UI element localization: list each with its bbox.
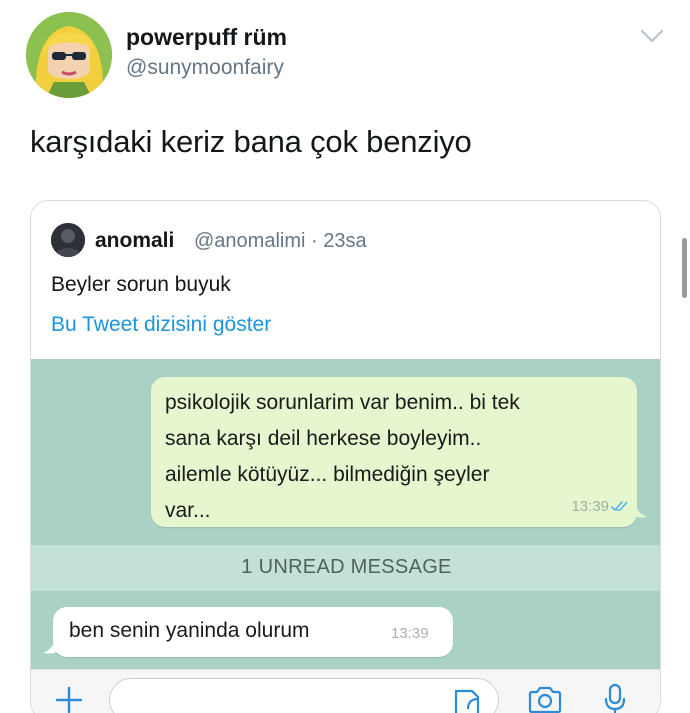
incoming-message-time: 13:39 bbox=[391, 625, 429, 642]
author-handle[interactable]: @sunymoonfairy bbox=[126, 56, 284, 80]
chevron-down-icon[interactable] bbox=[640, 28, 664, 44]
message-line: sana karşı deil herkese boyleyim.. bbox=[165, 427, 482, 450]
tweet: powerpuff rüm @sunymoonfairy karşıdaki k… bbox=[0, 0, 690, 713]
microphone-icon bbox=[604, 683, 626, 713]
show-thread-link[interactable]: Bu Tweet dizisini göster bbox=[51, 313, 271, 337]
incoming-message-text: ben senin yaninda olurum bbox=[69, 619, 310, 642]
author-avatar[interactable] bbox=[26, 12, 112, 98]
tweet-text: karşıdaki keriz bana çok benziyo bbox=[30, 124, 472, 159]
quoted-avatar bbox=[51, 223, 85, 257]
plus-icon bbox=[55, 686, 83, 713]
message-line: var... bbox=[165, 499, 211, 522]
quoted-author-name: anomali bbox=[95, 229, 175, 252]
outgoing-bubble-tail bbox=[627, 501, 647, 518]
chat-input-bar bbox=[31, 669, 660, 713]
quoted-tweet[interactable]: anomali @anomalimi · 23sa Beyler sorun b… bbox=[30, 200, 661, 713]
message-input bbox=[109, 678, 499, 713]
scrollbar[interactable] bbox=[682, 238, 687, 298]
outgoing-message-bubble: psikolojik sorunlarim var benim.. bi tek… bbox=[151, 377, 637, 527]
camera-icon bbox=[528, 686, 562, 713]
incoming-message-bubble: ben senin yaninda olurum 13:39 bbox=[53, 607, 453, 657]
quoted-author-handle-time: @anomalimi · 23sa bbox=[194, 230, 367, 252]
quoted-tweet-text: Beyler sorun buyuk bbox=[51, 273, 231, 296]
sticker-icon bbox=[454, 689, 480, 713]
message-line: ailemle kötüyüz... bilmediğin şeyler bbox=[165, 463, 490, 486]
chat-screenshot: psikolojik sorunlarim var benim.. bi tek… bbox=[31, 359, 660, 713]
author-name[interactable]: powerpuff rüm bbox=[126, 24, 287, 51]
outgoing-message-time: 13:39 bbox=[571, 498, 609, 515]
outgoing-message-text: psikolojik sorunlarim var benim.. bi tek… bbox=[165, 385, 625, 529]
message-line: psikolojik sorunlarim var benim.. bi tek bbox=[165, 391, 520, 414]
unread-label: 1 UNREAD MESSAGE bbox=[241, 556, 452, 578]
unread-divider: 1 UNREAD MESSAGE bbox=[31, 545, 660, 591]
